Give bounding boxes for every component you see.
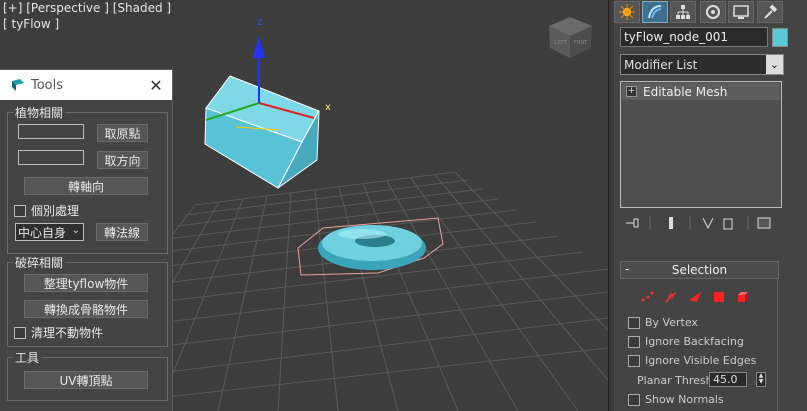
tools-window: Tools ✕ 植物相關 取原點 取方向 轉軸向 個別處理 中心自身 ⌄ 轉法線… bbox=[0, 69, 173, 411]
app-logo-icon bbox=[12, 79, 24, 91]
modifier-list-label: Modifier List bbox=[624, 57, 698, 72]
svg-text:FRNT: FRNT bbox=[574, 40, 588, 46]
ignore-visible-edges-checkbox[interactable] bbox=[628, 355, 640, 367]
utility-group-label: 工具 bbox=[13, 349, 42, 366]
pin-stack-icon[interactable] bbox=[626, 218, 639, 228]
display-tab[interactable] bbox=[728, 1, 754, 23]
individual-label: 個別處理 bbox=[31, 204, 80, 218]
ignore-backfacing-label: Ignore Backfacing bbox=[645, 335, 744, 348]
get-origin-button[interactable]: 取原點 bbox=[97, 124, 148, 142]
modify-tab[interactable] bbox=[642, 1, 668, 23]
expand-icon[interactable]: + bbox=[626, 86, 637, 97]
show-normals-checkbox[interactable] bbox=[628, 394, 640, 406]
remove-modifier-icon[interactable] bbox=[723, 218, 733, 230]
by-vertex-label: By Vertex bbox=[645, 316, 698, 329]
show-normals-label: Show Normals bbox=[645, 393, 724, 406]
stack-toolbar bbox=[620, 214, 780, 232]
utilities-tab[interactable] bbox=[757, 1, 783, 23]
chevron-down-icon: ⌄ bbox=[71, 225, 80, 236]
viewport-label[interactable]: [+] [Perspective ] [Shaded ] bbox=[3, 1, 171, 15]
object-color-swatch[interactable] bbox=[772, 28, 788, 47]
clean-static-label: 清理不動物件 bbox=[31, 326, 104, 340]
modifier-list-dropdown[interactable]: Modifier List ⌄ bbox=[620, 54, 784, 75]
uv-to-vertex-button[interactable]: UV轉頂點 bbox=[24, 371, 148, 389]
display-icon bbox=[733, 5, 749, 19]
fracture-group-label: 破碎相關 bbox=[13, 254, 66, 271]
motion-tab[interactable] bbox=[700, 1, 726, 23]
create-icon bbox=[619, 4, 635, 20]
clean-static-checkbox[interactable] bbox=[14, 327, 26, 339]
by-vertex-checkbox[interactable] bbox=[628, 317, 640, 329]
vertex-icon[interactable] bbox=[640, 290, 654, 304]
planar-thresh-input[interactable]: 45.0 bbox=[709, 372, 747, 387]
svg-text:LEFT: LEFT bbox=[555, 40, 568, 46]
gizmo-x-label: x bbox=[325, 102, 331, 113]
convert-bone-button[interactable]: 轉換成骨骼物件 bbox=[24, 300, 148, 318]
direction-field[interactable] bbox=[18, 150, 84, 165]
individual-checkbox[interactable] bbox=[14, 205, 26, 217]
tools-titlebar[interactable]: Tools ✕ bbox=[0, 70, 172, 100]
face-icon[interactable] bbox=[688, 290, 702, 304]
ignore-visible-edges-label: Ignore Visible Edges bbox=[645, 354, 757, 367]
gizmo-z-label: z bbox=[257, 17, 262, 28]
command-panel: tyFlow_node_001 Modifier List ⌄ + Editab… bbox=[614, 0, 807, 411]
selection-rollout-title: Selection bbox=[671, 263, 728, 277]
pivot-mode-select[interactable]: 中心自身 ⌄ bbox=[15, 223, 84, 241]
utilities-icon bbox=[764, 4, 778, 19]
pivot-mode-value: 中心自身 bbox=[18, 225, 67, 240]
rotate-axis-button[interactable]: 轉軸向 bbox=[24, 177, 148, 195]
planar-thresh-label: Planar Thresh: bbox=[637, 374, 717, 387]
viewcube-icon[interactable]: LEFT FRNT bbox=[549, 17, 592, 58]
origin-field[interactable] bbox=[18, 124, 84, 139]
viewport-sublabel[interactable]: [ tyFlow ] bbox=[3, 17, 59, 31]
object-name-field[interactable]: tyFlow_node_001 bbox=[620, 27, 768, 47]
motion-icon bbox=[706, 5, 720, 19]
torus-object[interactable] bbox=[297, 217, 444, 276]
tools-title: Tools bbox=[31, 77, 64, 93]
modify-icon bbox=[648, 5, 662, 19]
configure-modifier-sets-icon[interactable] bbox=[757, 217, 771, 229]
stack-item-editable-mesh[interactable]: + Editable Mesh bbox=[622, 83, 780, 100]
box-object[interactable] bbox=[204, 75, 320, 189]
polygon-icon[interactable] bbox=[712, 290, 726, 304]
edge-icon[interactable] bbox=[664, 290, 678, 304]
selection-rollout-header[interactable]: - Selection bbox=[620, 261, 779, 279]
element-icon[interactable] bbox=[736, 290, 750, 304]
show-end-result-icon[interactable] bbox=[669, 217, 673, 229]
tidy-tyflow-button[interactable]: 整理tyflow物件 bbox=[24, 274, 148, 292]
ignore-backfacing-checkbox[interactable] bbox=[628, 336, 640, 348]
plant-group-label: 植物相關 bbox=[13, 104, 66, 121]
plant-group: 植物相關 取原點 取方向 轉軸向 個別處理 中心自身 ⌄ 轉法線 bbox=[7, 104, 168, 254]
perspective-viewport[interactable]: z x LEFT FRNT [+] [Perspective ] [Shaded… bbox=[0, 0, 608, 411]
get-direction-button[interactable]: 取方向 bbox=[97, 151, 148, 169]
chevron-down-icon: ⌄ bbox=[766, 55, 783, 74]
hierarchy-icon bbox=[676, 5, 690, 19]
fracture-group: 破碎相關 整理tyflow物件 轉換成骨骼物件 清理不動物件 bbox=[7, 254, 168, 347]
create-tab[interactable] bbox=[614, 1, 640, 23]
make-unique-icon[interactable] bbox=[702, 217, 714, 230]
stack-item-label: Editable Mesh bbox=[643, 84, 728, 99]
planar-thresh-value: 45.0 bbox=[713, 373, 738, 386]
planar-thresh-spinner[interactable]: ▲ ▼ bbox=[756, 372, 766, 387]
utility-group: 工具 UV轉頂點 bbox=[7, 349, 168, 401]
hierarchy-tab[interactable] bbox=[670, 1, 696, 23]
close-icon[interactable]: ✕ bbox=[145, 76, 167, 95]
modifier-stack[interactable]: + Editable Mesh bbox=[620, 81, 782, 208]
to-normal-button[interactable]: 轉法線 bbox=[96, 223, 148, 241]
